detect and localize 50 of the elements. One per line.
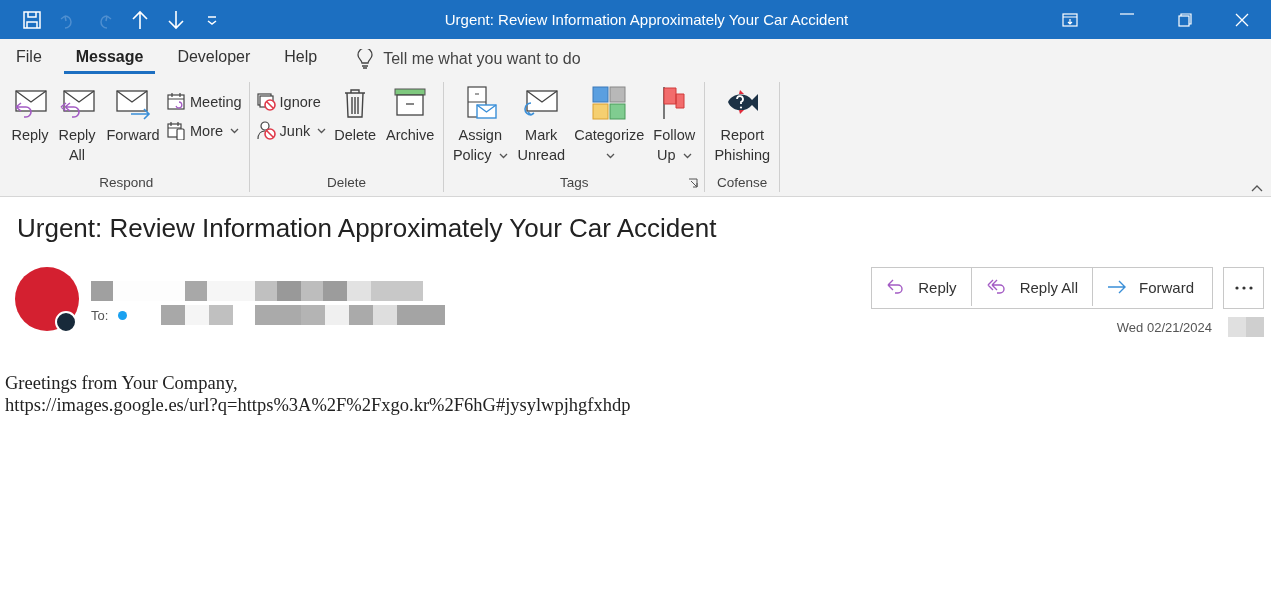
color-squares-icon	[591, 85, 628, 121]
ribbon-tab[interactable]: Message	[63, 43, 156, 74]
collapse-ribbon-icon[interactable]	[1251, 185, 1263, 192]
ribbon-tab[interactable]: File	[4, 43, 54, 74]
message-subject: Urgent: Review Information Approximately Your Car Accident	[16, 212, 718, 245]
group-label: Delete	[326, 174, 366, 190]
forward-arrow-icon	[1107, 280, 1127, 294]
close-icon[interactable]	[1235, 12, 1250, 27]
ribbon-button[interactable]: Forward	[102, 82, 164, 148]
message-date: Wed 02/21/2024	[1116, 319, 1212, 335]
ribbon-button[interactable]: More	[164, 119, 245, 142]
ribbon-button[interactable]: Delete	[329, 82, 382, 148]
ribbon-button[interactable]: Reply All	[52, 82, 102, 168]
window-title: Urgent: Review Information Approximately Your Car Accident	[443, 11, 850, 28]
ribbon-button[interactable]: Report Phishing	[709, 82, 776, 168]
ribbon-button[interactable]: Mark Unread	[512, 82, 571, 168]
reply-all-icon	[985, 279, 1008, 295]
group-label: Respond	[99, 174, 154, 190]
group-label: Cofense	[717, 174, 768, 190]
more-icon	[1234, 286, 1253, 290]
ribbon-tab[interactable]: Developer	[165, 43, 263, 74]
down-arrow-icon[interactable]	[166, 9, 186, 30]
calendar-phone-icon	[167, 121, 186, 140]
ignore-icon	[256, 92, 276, 111]
ribbon-button[interactable]: Categorize	[570, 82, 649, 168]
to-label: To:	[91, 307, 109, 323]
ribbon-tab[interactable]: Help	[272, 43, 330, 74]
person-blocked-icon	[256, 121, 276, 140]
restore-icon[interactable]	[1177, 12, 1192, 27]
ribbon-button[interactable]: Reply	[8, 82, 52, 148]
ribbon-button[interactable]: Follow Up	[648, 82, 701, 168]
body-text-line: https://images.google.es/url?q=https%3A%2F%2Fxgo.kr%2F6hG#jysylwpjhgfxhdp	[5, 394, 632, 416]
status-dot	[118, 310, 128, 320]
ribbon-button[interactable]: Archive	[381, 82, 440, 148]
redacted-block	[1228, 317, 1264, 337]
dialog-launcher-icon[interactable]	[688, 178, 699, 188]
lightbulb-icon	[357, 48, 374, 69]
group-label: Tags	[559, 174, 589, 190]
ribbon-button[interactable]: Assign Policy	[448, 82, 513, 168]
calendar-icon	[167, 92, 186, 111]
tell-me-field[interactable]: Tell me what you want to do	[383, 49, 644, 68]
ribbon-button[interactable]: Junk	[253, 119, 330, 142]
save-icon[interactable]	[22, 9, 42, 30]
presence-dot	[55, 311, 77, 333]
minimize-icon[interactable]	[1120, 12, 1135, 15]
ribbon-button[interactable]: Ignore	[253, 90, 330, 113]
ribbon-display-icon[interactable]	[1061, 12, 1078, 27]
body-text-line: Greetings from Your Company,	[5, 372, 239, 394]
up-arrow-icon[interactable]	[130, 9, 150, 30]
ribbon-button[interactable]: Meeting	[164, 90, 245, 113]
